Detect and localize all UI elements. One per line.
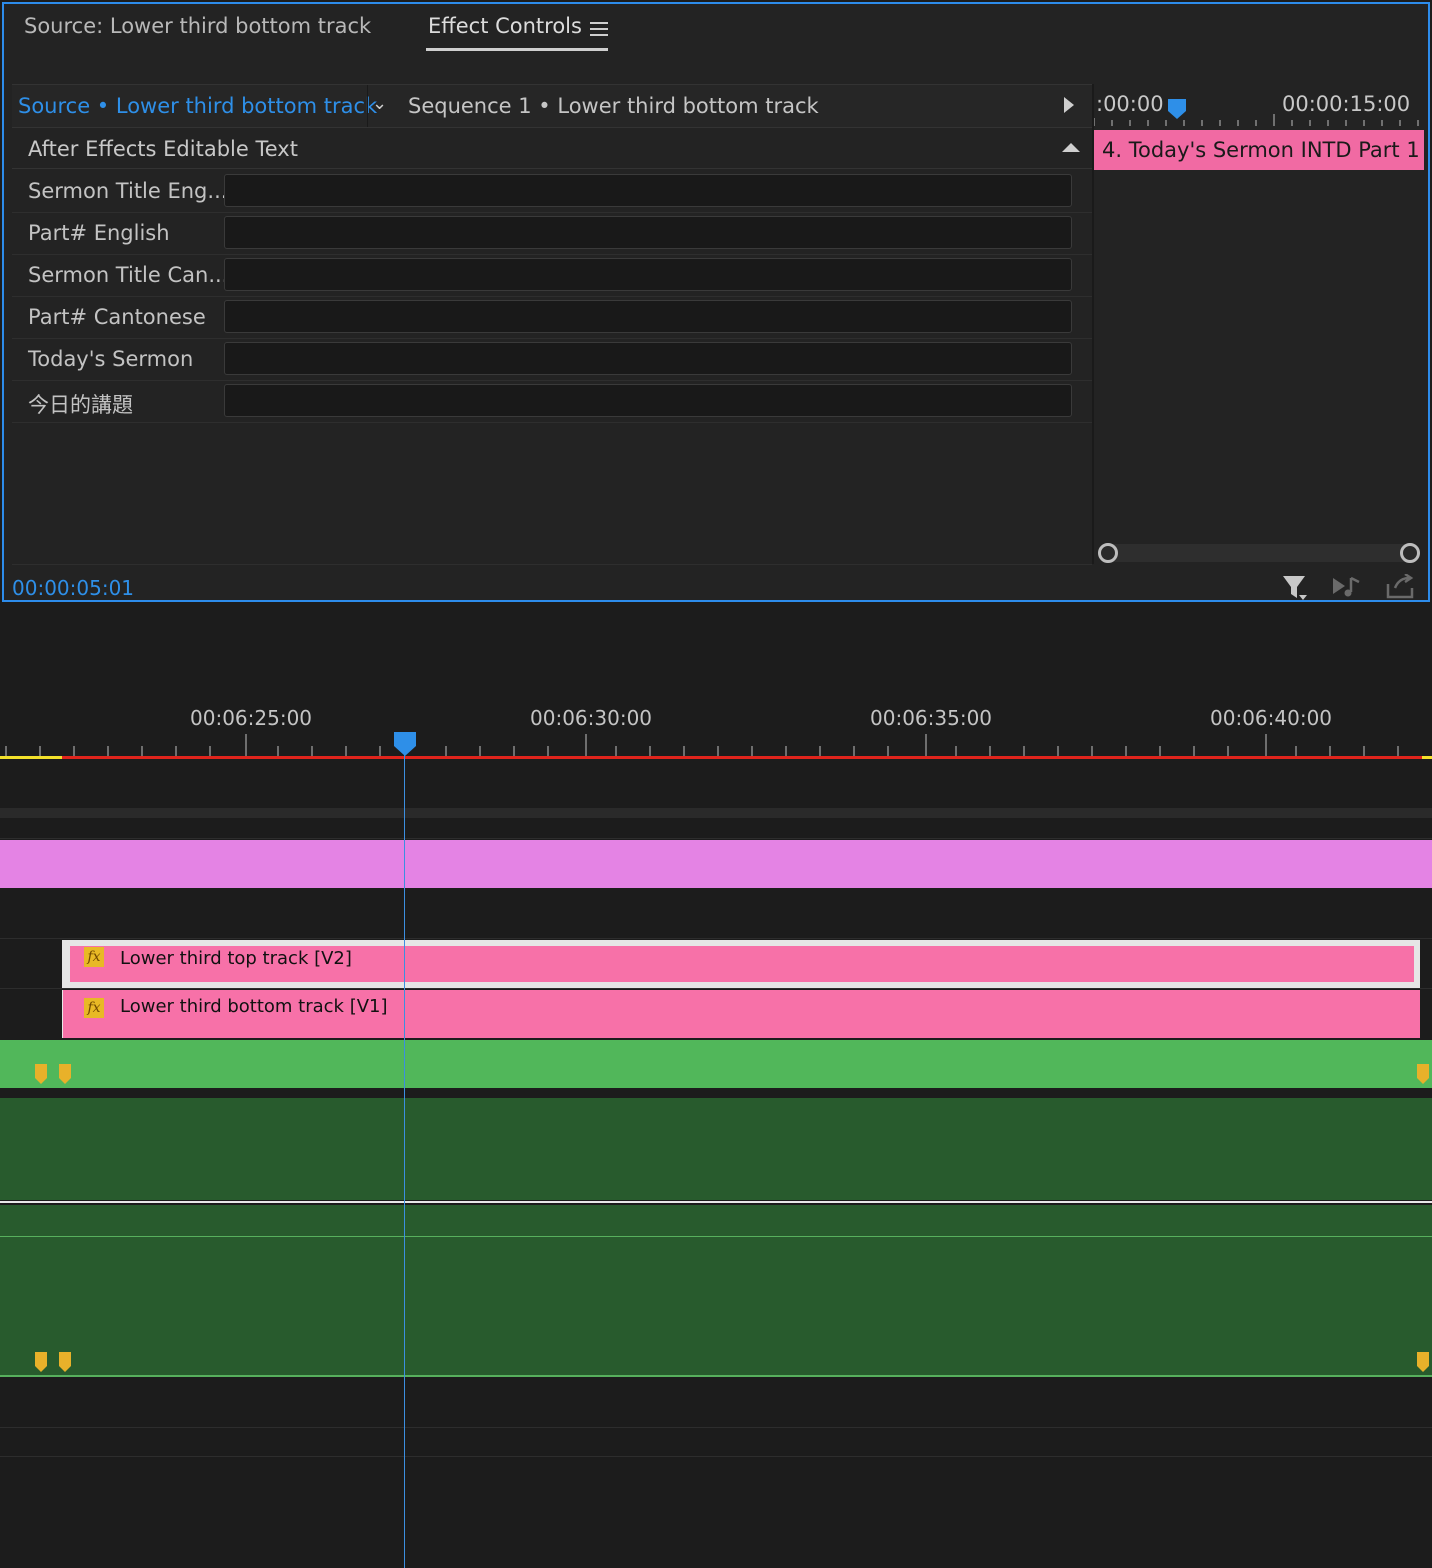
filter-icon[interactable]: [1281, 574, 1309, 602]
track-divider: [0, 838, 1432, 839]
playhead-icon[interactable]: [1167, 98, 1187, 120]
property-row: Sermon Title Can...: [12, 254, 1092, 297]
marker-icon[interactable]: [1417, 1352, 1429, 1372]
chevron-down-icon[interactable]: ⌄: [372, 93, 387, 114]
effect-section-header[interactable]: After Effects Editable Text: [12, 128, 1092, 169]
property-row: Sermon Title Eng...: [12, 170, 1092, 213]
fx-icon: fx: [84, 998, 104, 1018]
property-text-field[interactable]: [224, 300, 1072, 333]
marker-icon[interactable]: [1417, 1064, 1429, 1084]
effect-section-title: After Effects Editable Text: [28, 137, 298, 161]
track-divider: [0, 1427, 1432, 1428]
ruler-timecode: 00:06:30:00: [530, 706, 653, 730]
marker-icon[interactable]: [59, 1352, 71, 1372]
tab-effect-controls[interactable]: Effect Controls: [428, 14, 582, 38]
sequence-clip-label[interactable]: Sequence 1 • Lower third bottom track: [408, 94, 819, 118]
header-divider: [367, 85, 368, 127]
audio-clip-a2[interactable]: [0, 1098, 1432, 1200]
clip-label: Lower third top track [V2]: [120, 948, 352, 969]
audio-track-divider: [0, 1201, 1432, 1203]
property-label: Sermon Title Eng...: [28, 179, 228, 203]
mini-timeline-mark-label: 00:00:15:00: [1282, 92, 1411, 116]
current-timecode[interactable]: 00:00:05:01: [12, 576, 134, 600]
track-divider: [0, 938, 1432, 939]
ruler-timecode: 00:06:40:00: [1210, 706, 1333, 730]
audio-clip-a3[interactable]: [0, 1205, 1432, 1375]
menu-icon[interactable]: [590, 22, 608, 40]
property-text-field[interactable]: [224, 258, 1072, 291]
property-text-field[interactable]: [224, 174, 1072, 207]
track-separator: [0, 808, 1432, 818]
mini-timeline-start-label: :00:00: [1096, 92, 1164, 116]
mini-timeline-ruler[interactable]: [1094, 114, 1428, 126]
marker-icon[interactable]: [59, 1064, 71, 1084]
play-triangle-icon[interactable]: [1064, 97, 1074, 113]
mini-clip-label: 4. Today's Sermon INTD Part 1 of: [1102, 138, 1424, 162]
render-bar: [62, 756, 1422, 759]
playhead-icon[interactable]: [393, 731, 417, 757]
clip-lower-third-top[interactable]: fx Lower third top track [V2]: [62, 940, 1420, 988]
export-icon[interactable]: [1385, 574, 1417, 600]
property-row: Part# English: [12, 212, 1092, 255]
timeline-ruler[interactable]: [0, 732, 1432, 756]
audio-clip-edge: [0, 1375, 1432, 1377]
volume-keyframe-line[interactable]: [0, 1236, 1432, 1237]
collapse-triangle-icon[interactable]: [1062, 143, 1080, 152]
mini-timeline-clip[interactable]: 4. Today's Sermon INTD Part 1 of: [1094, 130, 1424, 170]
zoom-scrollbar[interactable]: [1098, 543, 1420, 563]
panel-divider: [12, 564, 1092, 565]
clip-label: Lower third bottom track [V1]: [120, 996, 388, 1017]
playhead-line[interactable]: [404, 744, 405, 1568]
ruler-timecode: 00:06:35:00: [870, 706, 993, 730]
marker-icon[interactable]: [35, 1064, 47, 1084]
clip-lower-third-bottom[interactable]: fx Lower third bottom track [V1]: [62, 990, 1420, 1038]
audio-clip-a1[interactable]: [0, 1040, 1432, 1088]
property-label: Part# English: [28, 221, 170, 245]
property-text-field[interactable]: [224, 384, 1072, 417]
scroll-start-handle[interactable]: [1098, 543, 1118, 563]
ruler-timecode: 00:06:25:00: [190, 706, 313, 730]
clip-header-bar: Source • Lower third bottom track ⌄ Sequ…: [12, 84, 1092, 128]
property-row: 今日的講題: [12, 380, 1092, 423]
source-clip-selector[interactable]: Source • Lower third bottom track: [18, 94, 377, 118]
fx-icon: fx: [84, 947, 104, 967]
track-divider: [0, 988, 1432, 989]
property-label: Part# Cantonese: [28, 305, 206, 329]
tab-source-monitor[interactable]: Source: Lower third bottom track: [24, 14, 371, 38]
work-area-bar-start[interactable]: [0, 756, 62, 759]
work-area-bar-end[interactable]: [1422, 756, 1432, 759]
marker-icon[interactable]: [35, 1352, 47, 1372]
property-row: Part# Cantonese: [12, 296, 1092, 339]
track-divider: [0, 1456, 1432, 1457]
property-label: Sermon Title Can...: [28, 263, 229, 287]
audio-loop-icon[interactable]: [1331, 574, 1363, 600]
property-row: Today's Sermon: [12, 338, 1092, 381]
property-label: 今日的講題: [28, 393, 133, 417]
active-tab-underline: [426, 48, 608, 51]
property-text-field[interactable]: [224, 342, 1072, 375]
adjustment-layer-clip[interactable]: [0, 840, 1432, 888]
property-label: Today's Sermon: [28, 347, 194, 371]
scroll-end-handle[interactable]: [1400, 543, 1420, 563]
property-text-field[interactable]: [224, 216, 1072, 249]
